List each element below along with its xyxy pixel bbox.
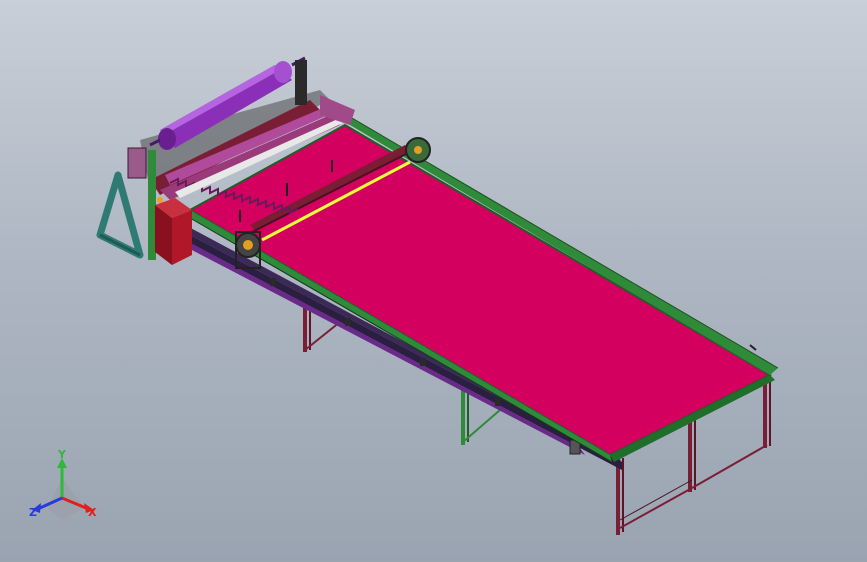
cutting-table-model[interactable]: Y X Z	[0, 0, 867, 562]
roll-stand	[96, 171, 144, 259]
x-axis-label: X	[88, 506, 97, 519]
cad-viewport[interactable]: Y X Z	[0, 0, 867, 562]
control-cabinet[interactable]	[155, 197, 192, 265]
z-axis-label: Z	[29, 506, 37, 519]
coordinate-triad: Y X Z	[29, 448, 97, 520]
y-axis-label: Y	[57, 448, 67, 461]
